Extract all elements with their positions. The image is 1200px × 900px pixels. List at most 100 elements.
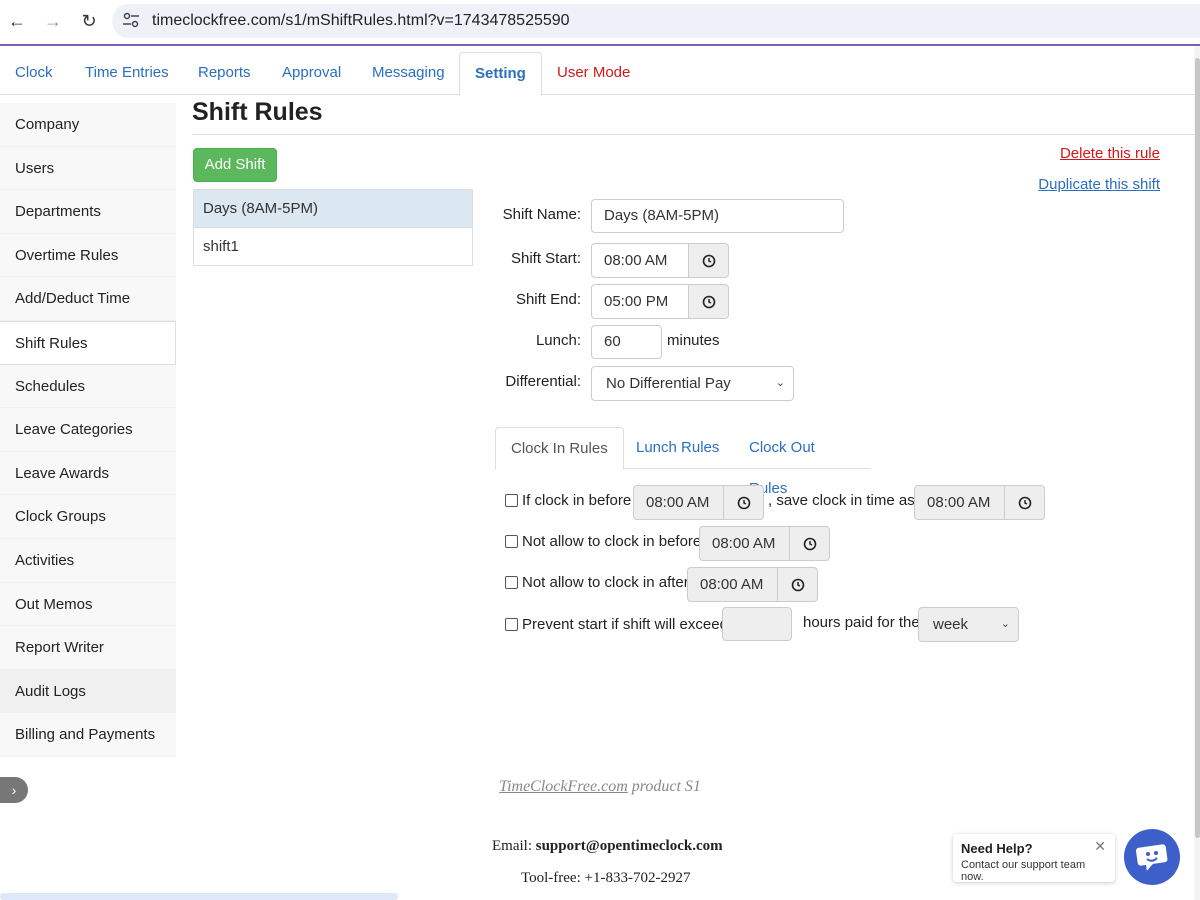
shift-list: Days (8AM-5PM) shift1 [193, 189, 473, 266]
close-icon[interactable]: ✕ [1094, 838, 1106, 855]
footer-product: TimeClockFree.com product S1 [0, 778, 1200, 796]
rule-clock-in-before: If clock in before [505, 492, 631, 509]
vertical-scrollbar-thumb[interactable] [1195, 58, 1200, 838]
rule1-label: If clock in before [522, 492, 632, 509]
footer-product-link[interactable]: TimeClockFree.com [499, 778, 628, 795]
clock-icon[interactable] [724, 485, 764, 520]
sidebar-item-activities[interactable]: Activities [0, 538, 176, 583]
footer-email-value[interactable]: support@opentimeclock.com [536, 838, 723, 854]
clock-icon[interactable] [778, 567, 818, 602]
rule4-checkbox[interactable] [505, 618, 518, 631]
forward-arrow-icon[interactable]: → [40, 8, 66, 34]
sidebar-item-out-memos[interactable]: Out Memos [0, 582, 176, 627]
sidebar-item-audit-logs[interactable]: Audit Logs [0, 669, 176, 714]
shift-name-input[interactable]: Days (8AM-5PM) [591, 199, 844, 233]
sidebar-item-clock-groups[interactable]: Clock Groups [0, 495, 176, 539]
footer-email: Email: support@opentimeclock.com [492, 838, 723, 855]
tab-time-entries[interactable]: Time Entries [70, 52, 184, 95]
duplicate-shift-link[interactable]: Duplicate this shift [1038, 176, 1160, 193]
footer-email-label: Email: [492, 838, 536, 854]
footer-phone: Tool-free: +1-833-702-2927 [521, 870, 691, 886]
shift-start-label: Shift Start: [510, 250, 581, 267]
sidebar-item-departments[interactable]: Departments [0, 190, 176, 234]
tab-messaging[interactable]: Messaging [357, 52, 460, 95]
differential-selected-value: No Differential Pay [606, 375, 731, 392]
tab-clock-out-rules[interactable]: Clock Out Rules [734, 427, 870, 497]
help-subtitle: Contact our support team now. [961, 859, 1086, 883]
lunch-label: Lunch: [535, 332, 581, 349]
tab-setting[interactable]: Setting [459, 52, 542, 96]
tab-approval[interactable]: Approval [267, 52, 356, 95]
shift-list-item[interactable]: shift1 [194, 228, 472, 266]
rule4-mid-label: hours paid for the [803, 614, 920, 631]
tab-reports[interactable]: Reports [183, 52, 266, 95]
sidebar-item-overtime-rules[interactable]: Overtime Rules [0, 233, 176, 278]
shift-name-label: Shift Name: [502, 206, 581, 223]
rule4-hours-input[interactable] [722, 607, 792, 641]
rule1-mid-label: , save clock in time as [768, 492, 915, 509]
settings-sidebar: Company Users Departments Overtime Rules… [0, 103, 176, 757]
sidebar-item-company[interactable]: Company [0, 103, 176, 147]
shift-end-picker: 05:00 PM [591, 284, 729, 319]
sidebar-item-schedules[interactable]: Schedules [0, 364, 176, 409]
back-arrow-icon[interactable]: ← [4, 8, 30, 34]
site-settings-icon[interactable] [122, 12, 142, 30]
differential-select[interactable]: No Differential Pay ⌄ [591, 366, 794, 401]
sidebar-item-add-deduct-time[interactable]: Add/Deduct Time [0, 277, 176, 321]
lunch-minutes-input[interactable]: 60 [591, 325, 662, 359]
rule4-period-value: week [933, 616, 969, 633]
shift-end-input[interactable]: 05:00 PM [591, 284, 689, 319]
clock-icon[interactable] [689, 284, 729, 319]
rule1-save-time-input[interactable]: 08:00 AM [914, 485, 1005, 520]
tab-clock[interactable]: Clock [0, 52, 68, 95]
chat-support-icon[interactable] [1124, 829, 1180, 885]
rule2-checkbox[interactable] [505, 535, 518, 548]
help-title: Need Help? [961, 841, 1033, 856]
lunch-unit-label: minutes [667, 332, 720, 349]
rule4-label: Prevent start if shift will exceed [522, 616, 728, 633]
rule2-time-picker: 08:00 AM [699, 526, 830, 561]
tab-clock-in-rules[interactable]: Clock In Rules [495, 427, 624, 470]
clock-icon[interactable] [1005, 485, 1045, 520]
sidebar-item-billing-payments[interactable]: Billing and Payments [0, 713, 176, 757]
rule-not-allow-before: Not allow to clock in before [505, 533, 701, 550]
rule4-period-select[interactable]: week ⌄ [918, 607, 1019, 642]
tab-user-mode[interactable]: User Mode [542, 52, 645, 95]
rule1-time-input[interactable]: 08:00 AM [633, 485, 724, 520]
delete-rule-link[interactable]: Delete this rule [1060, 145, 1160, 162]
sidebar-item-leave-awards[interactable]: Leave Awards [0, 451, 176, 496]
address-bar[interactable]: timeclockfree.com/s1/mShiftRules.html?v=… [112, 4, 1200, 38]
shift-start-input[interactable]: 08:00 AM [591, 243, 689, 278]
tab-lunch-rules[interactable]: Lunch Rules [621, 427, 734, 469]
rule3-label: Not allow to clock in after [522, 574, 689, 591]
sidebar-item-leave-categories[interactable]: Leave Categories [0, 408, 176, 452]
shift-start-picker: 08:00 AM [591, 243, 729, 278]
rule3-checkbox[interactable] [505, 576, 518, 589]
rule2-label: Not allow to clock in before [522, 533, 702, 550]
clock-icon[interactable] [689, 243, 729, 278]
rule3-time-input[interactable]: 08:00 AM [687, 567, 778, 602]
main-nav-tabs: Clock Time Entries Reports Approval Mess… [0, 52, 1200, 96]
sidebar-item-users[interactable]: Users [0, 146, 176, 191]
shift-end-label: Shift End: [515, 291, 581, 308]
rule-not-allow-after: Not allow to clock in after [505, 574, 689, 591]
page-title: Shift Rules [192, 98, 323, 126]
url-text: timeclockfree.com/s1/mShiftRules.html?v=… [152, 12, 570, 29]
horizontal-scrollbar[interactable] [0, 893, 398, 900]
differential-label: Differential: [505, 373, 581, 390]
reload-icon[interactable]: ↻ [76, 8, 102, 34]
rule3-time-picker: 08:00 AM [687, 567, 818, 602]
rule1-save-time-picker: 08:00 AM [914, 485, 1045, 520]
chevron-down-icon: ⌄ [1000, 618, 1010, 630]
add-shift-button[interactable]: Add Shift [193, 148, 277, 182]
rule1-checkbox[interactable] [505, 494, 518, 507]
rule-prevent-exceed: Prevent start if shift will exceed [505, 616, 728, 633]
rule-tabs: Clock In Rules Lunch Rules Clock Out Rul… [495, 427, 870, 497]
clock-icon[interactable] [790, 526, 830, 561]
rule2-time-input[interactable]: 08:00 AM [699, 526, 790, 561]
help-popup[interactable]: Need Help? Contact our support team now.… [953, 834, 1115, 883]
sidebar-item-report-writer[interactable]: Report Writer [0, 626, 176, 670]
title-divider [192, 134, 1200, 135]
shift-list-item[interactable]: Days (8AM-5PM) [194, 190, 472, 228]
sidebar-item-shift-rules[interactable]: Shift Rules [0, 320, 176, 365]
